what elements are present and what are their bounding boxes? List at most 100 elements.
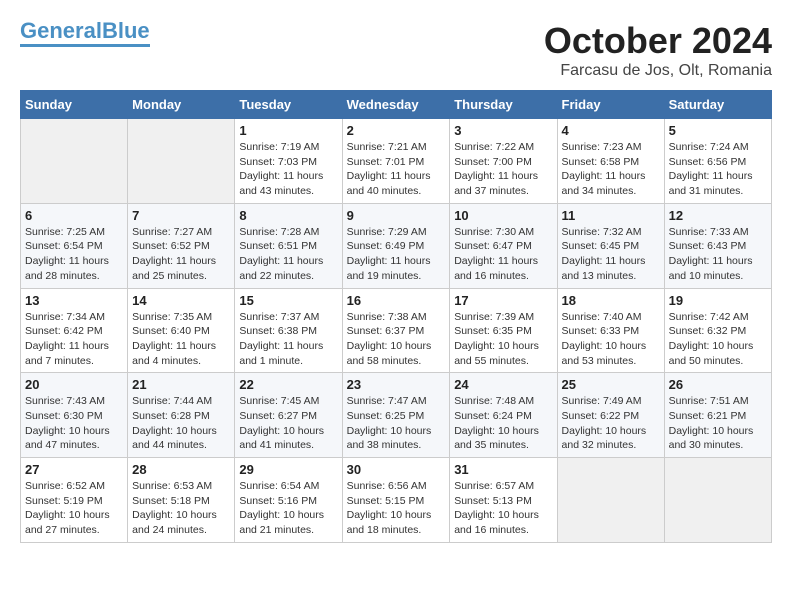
day-info: Sunrise: 7:30 AM Sunset: 6:47 PM Dayligh… [454,225,552,284]
calendar-cell: 29 Sunrise: 6:54 AM Sunset: 5:16 PM Dayli… [235,458,342,543]
day-number: 25 [562,377,660,392]
day-info: Sunrise: 7:29 AM Sunset: 6:49 PM Dayligh… [347,225,446,284]
logo-underline [20,44,150,47]
calendar-cell: 9 Sunrise: 7:29 AM Sunset: 6:49 PM Daylig… [342,203,450,288]
calendar-cell: 3 Sunrise: 7:22 AM Sunset: 7:00 PM Daylig… [450,119,557,204]
title-section: October 2024 Farcasu de Jos, Olt, Romani… [544,20,772,80]
day-number: 26 [669,377,767,392]
day-number: 30 [347,462,446,477]
calendar-week-row-4: 20 Sunrise: 7:43 AM Sunset: 6:30 PM Dayli… [21,373,772,458]
day-info: Sunrise: 7:43 AM Sunset: 6:30 PM Dayligh… [25,394,123,453]
calendar-cell: 10 Sunrise: 7:30 AM Sunset: 6:47 PM Dayli… [450,203,557,288]
day-number: 21 [132,377,230,392]
day-info: Sunrise: 7:40 AM Sunset: 6:33 PM Dayligh… [562,310,660,369]
day-number: 8 [239,208,337,223]
day-info: Sunrise: 7:27 AM Sunset: 6:52 PM Dayligh… [132,225,230,284]
day-number: 4 [562,123,660,138]
day-info: Sunrise: 7:35 AM Sunset: 6:40 PM Dayligh… [132,310,230,369]
day-info: Sunrise: 7:23 AM Sunset: 6:58 PM Dayligh… [562,140,660,199]
day-number: 11 [562,208,660,223]
day-number: 23 [347,377,446,392]
day-number: 14 [132,293,230,308]
day-number: 15 [239,293,337,308]
header-thursday: Thursday [450,91,557,119]
logo-blue: Blue [102,18,150,43]
day-info: Sunrise: 7:34 AM Sunset: 6:42 PM Dayligh… [25,310,123,369]
calendar-cell: 16 Sunrise: 7:38 AM Sunset: 6:37 PM Dayli… [342,288,450,373]
calendar-cell: 7 Sunrise: 7:27 AM Sunset: 6:52 PM Daylig… [128,203,235,288]
day-number: 3 [454,123,552,138]
calendar-header-row: Sunday Monday Tuesday Wednesday Thursday… [21,91,772,119]
day-info: Sunrise: 7:45 AM Sunset: 6:27 PM Dayligh… [239,394,337,453]
calendar-table: Sunday Monday Tuesday Wednesday Thursday… [20,90,772,543]
day-number: 1 [239,123,337,138]
day-number: 6 [25,208,123,223]
day-number: 17 [454,293,552,308]
day-number: 29 [239,462,337,477]
calendar-cell: 1 Sunrise: 7:19 AM Sunset: 7:03 PM Daylig… [235,119,342,204]
day-number: 7 [132,208,230,223]
day-number: 10 [454,208,552,223]
calendar-cell: 12Sunrise: 7:33 AM Sunset: 6:43 PM Dayli… [664,203,771,288]
day-number: 2 [347,123,446,138]
day-info: Sunrise: 7:24 AM Sunset: 6:56 PM Dayligh… [669,140,767,199]
calendar-cell: 13 Sunrise: 7:34 AM Sunset: 6:42 PM Dayli… [21,288,128,373]
calendar-cell: 15 Sunrise: 7:37 AM Sunset: 6:38 PM Dayli… [235,288,342,373]
day-info: Sunrise: 6:53 AM Sunset: 5:18 PM Dayligh… [132,479,230,538]
month-title: October 2024 [544,20,772,62]
calendar-cell: 21 Sunrise: 7:44 AM Sunset: 6:28 PM Dayli… [128,373,235,458]
calendar-cell: 23Sunrise: 7:47 AM Sunset: 6:25 PM Dayli… [342,373,450,458]
day-info: Sunrise: 6:57 AM Sunset: 5:13 PM Dayligh… [454,479,552,538]
calendar-cell: 6 Sunrise: 7:25 AM Sunset: 6:54 PM Daylig… [21,203,128,288]
header-friday: Friday [557,91,664,119]
calendar-cell: 31Sunrise: 6:57 AM Sunset: 5:13 PM Dayli… [450,458,557,543]
page-header: GeneralBlue October 2024 Farcasu de Jos,… [20,20,772,80]
day-info: Sunrise: 7:44 AM Sunset: 6:28 PM Dayligh… [132,394,230,453]
day-info: Sunrise: 7:28 AM Sunset: 6:51 PM Dayligh… [239,225,337,284]
day-number: 13 [25,293,123,308]
header-tuesday: Tuesday [235,91,342,119]
day-info: Sunrise: 7:42 AM Sunset: 6:32 PM Dayligh… [669,310,767,369]
calendar-cell: 17 Sunrise: 7:39 AM Sunset: 6:35 PM Dayli… [450,288,557,373]
day-info: Sunrise: 7:38 AM Sunset: 6:37 PM Dayligh… [347,310,446,369]
calendar-cell: 18 Sunrise: 7:40 AM Sunset: 6:33 PM Dayli… [557,288,664,373]
calendar-cell: 24 Sunrise: 7:48 AM Sunset: 6:24 PM Dayli… [450,373,557,458]
day-info: Sunrise: 7:19 AM Sunset: 7:03 PM Dayligh… [239,140,337,199]
logo: GeneralBlue [20,20,150,47]
header-saturday: Saturday [664,91,771,119]
day-number: 19 [669,293,767,308]
calendar-cell: 19 Sunrise: 7:42 AM Sunset: 6:32 PM Dayli… [664,288,771,373]
calendar-week-row-1: 1 Sunrise: 7:19 AM Sunset: 7:03 PM Daylig… [21,119,772,204]
calendar-cell: 5 Sunrise: 7:24 AM Sunset: 6:56 PM Daylig… [664,119,771,204]
logo-general: General [20,18,102,43]
header-wednesday: Wednesday [342,91,450,119]
day-number: 18 [562,293,660,308]
day-info: Sunrise: 7:48 AM Sunset: 6:24 PM Dayligh… [454,394,552,453]
day-number: 5 [669,123,767,138]
logo-text: GeneralBlue [20,20,150,42]
day-number: 9 [347,208,446,223]
day-info: Sunrise: 6:54 AM Sunset: 5:16 PM Dayligh… [239,479,337,538]
day-number: 12 [669,208,767,223]
calendar-cell: 22 Sunrise: 7:45 AM Sunset: 6:27 PM Dayli… [235,373,342,458]
calendar-cell [557,458,664,543]
day-info: Sunrise: 7:39 AM Sunset: 6:35 PM Dayligh… [454,310,552,369]
calendar-cell [21,119,128,204]
calendar-week-row-5: 27Sunrise: 6:52 AM Sunset: 5:19 PM Dayli… [21,458,772,543]
day-number: 16 [347,293,446,308]
day-number: 22 [239,377,337,392]
day-info: Sunrise: 7:49 AM Sunset: 6:22 PM Dayligh… [562,394,660,453]
day-info: Sunrise: 7:37 AM Sunset: 6:38 PM Dayligh… [239,310,337,369]
day-info: Sunrise: 7:32 AM Sunset: 6:45 PM Dayligh… [562,225,660,284]
day-info: Sunrise: 7:22 AM Sunset: 7:00 PM Dayligh… [454,140,552,199]
calendar-cell: 11 Sunrise: 7:32 AM Sunset: 6:45 PM Dayli… [557,203,664,288]
day-number: 20 [25,377,123,392]
day-number: 28 [132,462,230,477]
day-number: 24 [454,377,552,392]
calendar-cell: 25 Sunrise: 7:49 AM Sunset: 6:22 PM Dayli… [557,373,664,458]
header-sunday: Sunday [21,91,128,119]
calendar-cell: 8 Sunrise: 7:28 AM Sunset: 6:51 PM Daylig… [235,203,342,288]
calendar-cell: 14 Sunrise: 7:35 AM Sunset: 6:40 PM Dayli… [128,288,235,373]
day-info: Sunrise: 7:25 AM Sunset: 6:54 PM Dayligh… [25,225,123,284]
header-monday: Monday [128,91,235,119]
